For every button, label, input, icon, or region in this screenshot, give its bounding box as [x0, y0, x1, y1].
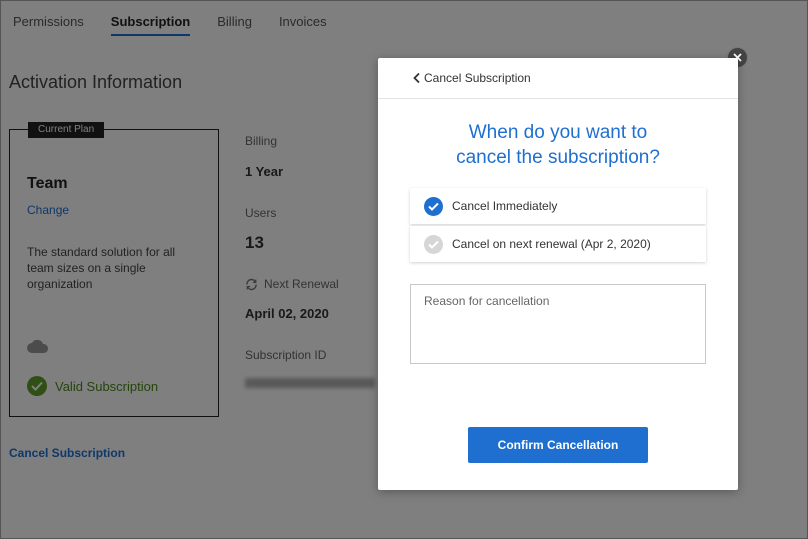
- back-label[interactable]: Cancel Subscription: [424, 71, 531, 85]
- dialog-question: When do you want to cancel the subscript…: [398, 120, 718, 170]
- dialog-header[interactable]: Cancel Subscription: [378, 58, 738, 99]
- check-circle-icon: [424, 196, 443, 216]
- cancel-subscription-dialog: Cancel Subscription When do you want to …: [378, 58, 738, 490]
- check-circle-icon: [424, 234, 443, 254]
- reason-input[interactable]: [410, 284, 706, 364]
- chevron-left-icon[interactable]: [412, 72, 422, 84]
- confirm-cancellation-button[interactable]: Confirm Cancellation: [468, 427, 648, 463]
- option-label: Cancel Immediately: [452, 199, 558, 213]
- question-line-1: When do you want to: [468, 122, 648, 143]
- option-label: Cancel on next renewal (Apr 2, 2020): [452, 237, 651, 251]
- option-cancel-on-renewal[interactable]: Cancel on next renewal (Apr 2, 2020): [410, 226, 706, 262]
- app-frame: Permissions Subscription Billing Invoice…: [0, 0, 808, 539]
- option-cancel-immediately[interactable]: Cancel Immediately: [410, 188, 706, 224]
- question-line-2: cancel the subscription?: [456, 147, 660, 168]
